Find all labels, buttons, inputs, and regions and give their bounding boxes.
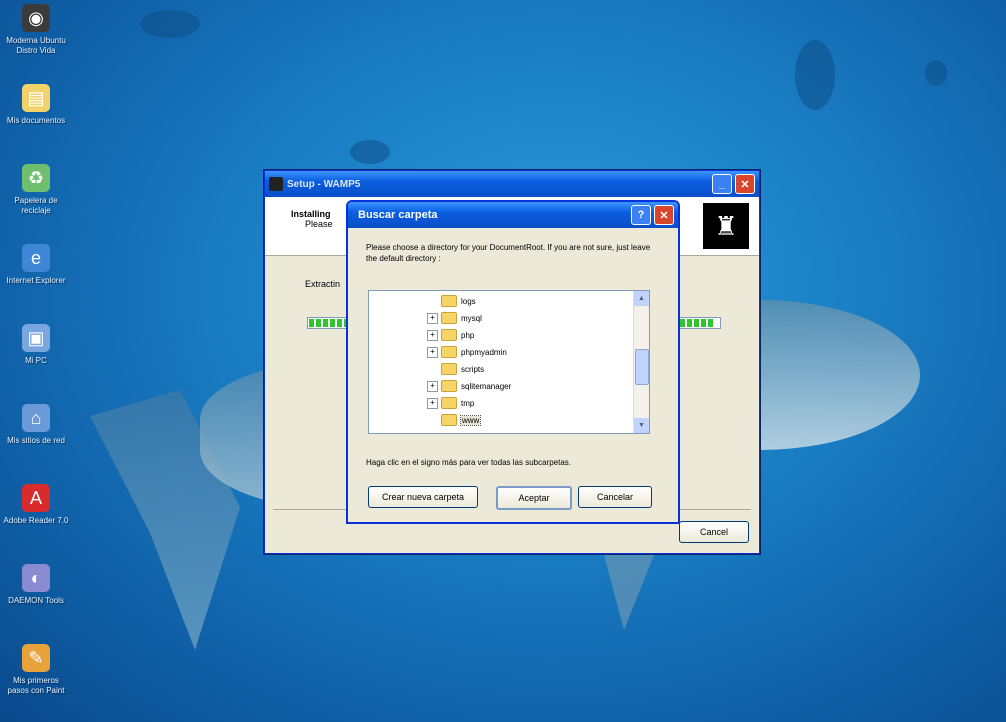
tree-item[interactable]: + tmp	[427, 395, 474, 411]
tree-item-label: php	[461, 330, 475, 340]
desktop-icon-label: Moderna Ubuntu Distro Vida	[6, 36, 66, 55]
desktop-icon[interactable]: ▣ Mi PC	[2, 324, 70, 366]
tree-item[interactable]: + phpmyadmin	[427, 344, 507, 360]
desktop-icon-label: Mis primeros pasos con Paint	[7, 676, 65, 695]
progress-segment	[330, 319, 335, 327]
help-button[interactable]: ?	[631, 205, 651, 225]
scroll-up-icon[interactable]: ▲	[634, 291, 649, 306]
tree-item[interactable]: www	[427, 412, 482, 428]
my-computer-icon: ▣	[22, 324, 50, 352]
tree-item-label: scripts	[461, 364, 485, 374]
expand-icon[interactable]: +	[427, 329, 438, 341]
tree-item-label: sqlitemanager	[461, 381, 512, 391]
desktop-icon[interactable]: ▤ Mis documentos	[2, 84, 70, 126]
tree-item-label: logs	[461, 296, 476, 306]
progress-segment	[680, 319, 685, 327]
folder-icon	[441, 397, 457, 409]
expand-icon[interactable]: +	[427, 312, 438, 324]
progress-segment	[708, 319, 713, 327]
progress-segment	[701, 319, 706, 327]
browse-folder-dialog: Buscar carpeta ? ✕ Please choose a direc…	[346, 200, 680, 524]
tree-item-label: tmp	[461, 398, 475, 408]
tree-item-label: mysql	[461, 313, 482, 323]
setup-header-title: Installing	[291, 209, 331, 219]
paint-icon: ✎	[22, 644, 50, 672]
expand-icon[interactable]: +	[427, 380, 438, 392]
wamp-logo-icon: ♜	[703, 203, 749, 249]
folder-icon	[441, 329, 457, 341]
close-button[interactable]: ✕	[735, 174, 755, 194]
expand-icon[interactable]: +	[427, 397, 438, 409]
progress-segment	[323, 319, 328, 327]
tree-item-label: www	[459, 414, 482, 426]
cancel-button[interactable]: Cancelar	[578, 486, 652, 508]
scroll-down-icon[interactable]: ▼	[634, 418, 649, 433]
setup-cancel-button[interactable]: Cancel	[679, 521, 749, 543]
desktop-icon[interactable]: ⌂ Mis sitios de red	[2, 404, 70, 446]
browse-titlebar[interactable]: Buscar carpeta ? ✕	[348, 202, 678, 228]
desktop-icon-label: Mis documentos	[6, 116, 66, 125]
progress-segment	[687, 319, 692, 327]
desktop-icon[interactable]: ◉ Moderna Ubuntu Distro Vida	[2, 4, 70, 56]
background-fish	[140, 10, 200, 38]
progress-segment	[337, 319, 342, 327]
desktop-icon[interactable]: ✎ Mis primeros pasos con Paint	[2, 644, 70, 696]
scroll-thumb[interactable]	[635, 349, 649, 385]
desktop-icon[interactable]: ◐ DAEMON Tools	[2, 564, 70, 606]
folder-tree[interactable]: ▲ ▼ logs + mysql + php + phpmyadmin scripts + sql…	[368, 290, 650, 434]
desktop-icon-label: Adobe Reader 7.0	[3, 516, 69, 525]
setup-header-subtitle: Please	[305, 219, 333, 229]
browse-message: Please choose a directory for your Docum…	[366, 243, 651, 263]
desktop-icon[interactable]: e Internet Explorer	[2, 244, 70, 286]
tree-item[interactable]: logs	[427, 293, 476, 309]
desktop-icon[interactable]: ♻ Papelera de reciclaje	[2, 164, 70, 216]
daemon-tools-icon: ◐	[22, 564, 50, 592]
tree-item[interactable]: + mysql	[427, 310, 482, 326]
progress-segment	[309, 319, 314, 327]
ubuntu-icon: ◉	[22, 4, 50, 32]
background-fish	[925, 60, 947, 86]
tree-item[interactable]: scripts	[427, 361, 484, 377]
browse-title: Buscar carpeta	[358, 209, 438, 221]
dialog-close-button[interactable]: ✕	[654, 205, 674, 225]
progress-segment	[316, 319, 321, 327]
network-places-icon: ⌂	[22, 404, 50, 432]
desktop-icon[interactable]: A Adobe Reader 7.0	[2, 484, 70, 526]
tree-scrollbar[interactable]: ▲ ▼	[633, 291, 649, 433]
new-folder-button[interactable]: Crear nueva carpeta	[368, 486, 478, 508]
minimize-icon: _	[718, 178, 726, 190]
internet-explorer-icon: e	[22, 244, 50, 272]
setup-titlebar[interactable]: Setup - WAMP5 _ ✕	[265, 171, 759, 197]
help-icon: ?	[637, 209, 645, 221]
tree-item[interactable]: + php	[427, 327, 474, 343]
desktop-icon-label: DAEMON Tools	[8, 596, 64, 605]
desktop-icon-label: Internet Explorer	[6, 276, 66, 285]
desktop-icon-label: Mis sitios de red	[7, 436, 65, 445]
folder-icon	[441, 380, 457, 392]
setup-title: Setup - WAMP5	[287, 178, 361, 190]
desktop-icon-label: Papelera de reciclaje	[14, 196, 58, 215]
my-documents-icon: ▤	[22, 84, 50, 112]
folder-icon	[441, 414, 457, 426]
folder-icon	[441, 312, 457, 324]
expand-icon[interactable]: +	[427, 346, 438, 358]
background-fish	[795, 40, 835, 110]
tree-item[interactable]: + sqlitemanager	[427, 378, 511, 394]
recycle-bin-icon: ♻	[22, 164, 50, 192]
browse-hint: Haga clic en el signo más para ver todas…	[366, 458, 571, 467]
background-fish	[350, 140, 390, 164]
folder-icon	[441, 346, 457, 358]
ok-button[interactable]: Aceptar	[496, 486, 572, 510]
extract-label: Extractin	[305, 279, 341, 289]
folder-icon	[441, 295, 457, 307]
close-icon: ✕	[659, 209, 669, 222]
close-icon: ✕	[740, 178, 750, 191]
progress-segment	[694, 319, 699, 327]
minimize-button[interactable]: _	[712, 174, 732, 194]
desktop-icon-label: Mi PC	[25, 356, 47, 365]
tree-item-label: phpmyadmin	[461, 347, 507, 357]
setup-app-icon	[269, 177, 283, 191]
folder-icon	[441, 363, 457, 375]
adobe-reader-icon: A	[22, 484, 50, 512]
